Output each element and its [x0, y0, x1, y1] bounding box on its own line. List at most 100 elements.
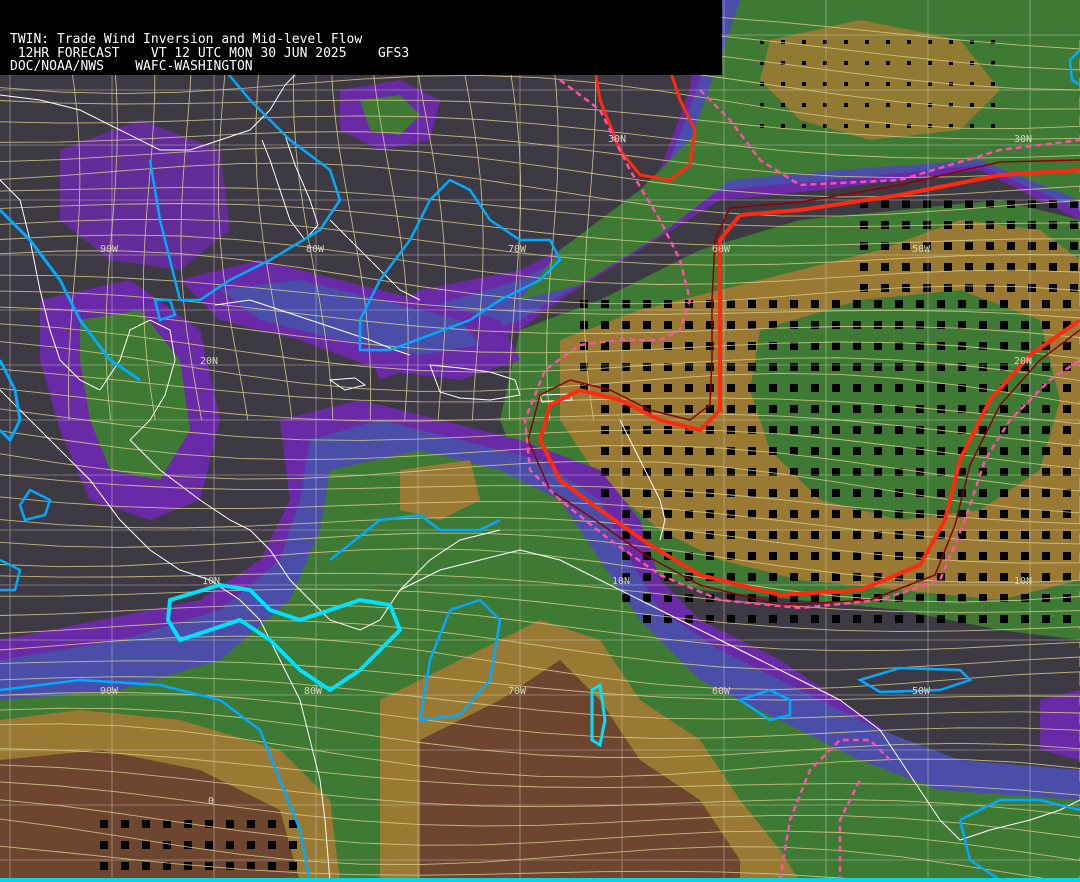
stipple-dot: [865, 61, 869, 65]
stipple-dot: [886, 82, 890, 86]
stipple-dot: [865, 82, 869, 86]
stipple-dot: [844, 40, 848, 44]
stipple-dot: [916, 363, 924, 371]
stipple-dot: [937, 363, 945, 371]
stipple-dot: [991, 61, 995, 65]
stipple-dot: [853, 552, 861, 560]
stipple-dot: [886, 40, 890, 44]
stipple-dot: [937, 405, 945, 413]
stipple-dot: [1000, 321, 1008, 329]
stipple-dot: [1042, 300, 1050, 308]
stipple-dot: [832, 447, 840, 455]
stipple-dot: [1042, 405, 1050, 413]
stipple-dot: [811, 594, 819, 602]
stipple-dot: [643, 489, 651, 497]
stipple-dot: [874, 615, 882, 623]
stipple-dot: [727, 426, 735, 434]
stipple-dot: [874, 405, 882, 413]
stipple-dot: [727, 384, 735, 392]
stipple-dot: [986, 221, 994, 229]
stipple-dot: [802, 40, 806, 44]
stipple-dot: [832, 426, 840, 434]
stipple-dot: [907, 61, 911, 65]
stipple-dot: [622, 510, 630, 518]
stipple-dot: [965, 242, 973, 250]
stipple-dot: [937, 489, 945, 497]
stipple-dot: [1000, 405, 1008, 413]
stipple-dot: [247, 841, 255, 849]
stipple-dot: [1000, 552, 1008, 560]
stipple-dot: [832, 300, 840, 308]
stipple-dot: [895, 531, 903, 539]
stipple-dot: [601, 489, 609, 497]
stipple-dot: [832, 594, 840, 602]
stipple-dot: [664, 405, 672, 413]
stipple-dot: [1000, 300, 1008, 308]
stipple-dot: [1042, 363, 1050, 371]
stipple-dot: [790, 300, 798, 308]
stipple-dot: [748, 489, 756, 497]
stipple-dot: [1070, 242, 1078, 250]
stipple-dot: [937, 342, 945, 350]
stipple-dot: [853, 363, 861, 371]
stipple-dot: [853, 342, 861, 350]
stipple-dot: [142, 841, 150, 849]
label-lon-top-90w: 90W: [100, 244, 119, 255]
stipple-dot: [685, 531, 693, 539]
stipple-dot: [874, 321, 882, 329]
stipple-dot: [121, 862, 129, 870]
stipple-dot: [790, 489, 798, 497]
stipple-dot: [1000, 615, 1008, 623]
stipple-dot: [986, 263, 994, 271]
stipple-dot: [1063, 594, 1071, 602]
stipple-dot: [685, 363, 693, 371]
stipple-dot: [928, 61, 932, 65]
stipple-dot: [811, 321, 819, 329]
stipple-dot: [944, 284, 952, 292]
stipple-dot: [643, 321, 651, 329]
stipple-dot: [664, 510, 672, 518]
stipple-dot: [1021, 426, 1029, 434]
stipple-dot: [664, 447, 672, 455]
stipple-dot: [844, 61, 848, 65]
stipple-dot: [643, 447, 651, 455]
stipple-dot: [965, 221, 973, 229]
stipple-dot: [685, 447, 693, 455]
stipple-dot: [916, 300, 924, 308]
stipple-dot: [790, 510, 798, 518]
stipple-dot: [1063, 342, 1071, 350]
stipple-dot: [902, 200, 910, 208]
label-lon-bottom-50w: 50W: [912, 686, 931, 697]
stipple-dot: [986, 242, 994, 250]
stipple-dot: [790, 615, 798, 623]
label-10n: 10N: [202, 576, 220, 587]
label-lat-0: 0: [208, 796, 214, 807]
stipple-dot: [874, 363, 882, 371]
header-forecast: 12HR FORECAST VT 12 UTC MON 30 JUN 2025 …: [10, 45, 410, 61]
stipple-dot: [844, 82, 848, 86]
stipple-dot: [928, 82, 932, 86]
label-lon-bottom-90w: 90W: [100, 686, 119, 697]
stipple-dot: [727, 300, 735, 308]
stipple-dot: [781, 103, 785, 107]
stipple-dot: [1042, 489, 1050, 497]
stipple-dot: [853, 384, 861, 392]
stipple-dot: [916, 321, 924, 329]
label-lon-bottom-60w: 60W: [712, 686, 731, 697]
stipple-dot: [601, 426, 609, 434]
stipple-dot: [622, 489, 630, 497]
stipple-dot: [832, 531, 840, 539]
stipple-dot: [923, 284, 931, 292]
stipple-dot: [811, 510, 819, 518]
stipple-dot: [643, 384, 651, 392]
stipple-dot: [923, 200, 931, 208]
stipple-dot: [958, 363, 966, 371]
stipple-dot: [902, 242, 910, 250]
stipple-dot: [832, 552, 840, 560]
stipple-dot: [205, 841, 213, 849]
stipple-dot: [727, 342, 735, 350]
stipple-dot: [1021, 447, 1029, 455]
stipple-dot: [643, 363, 651, 371]
stipple-dot: [1000, 510, 1008, 518]
stipple-dot: [1070, 263, 1078, 271]
